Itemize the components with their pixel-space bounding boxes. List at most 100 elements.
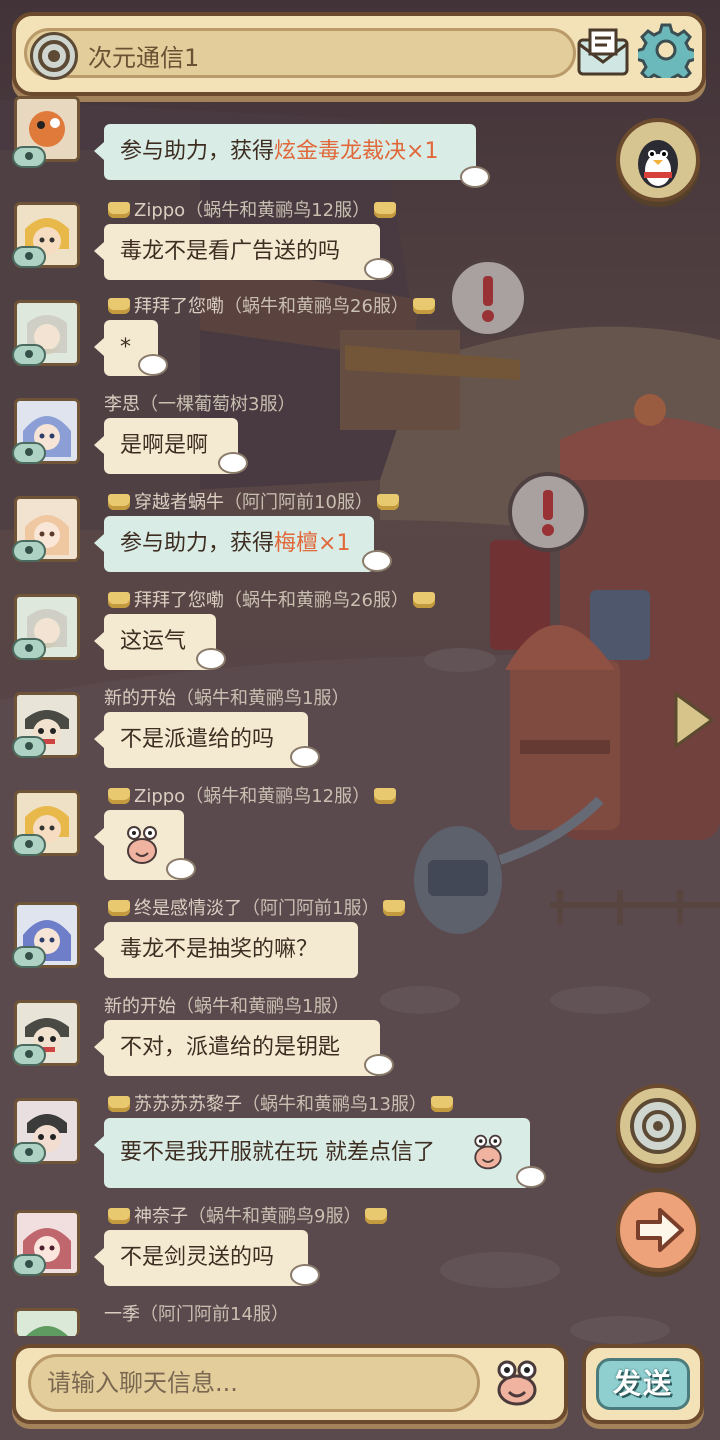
snail-sticker-icon: [474, 1134, 502, 1170]
speech-tail-icon: [362, 550, 392, 572]
sender-name[interactable]: 一季: [104, 1304, 140, 1325]
server-name: （阿门阿前1服）: [242, 898, 380, 919]
server-name: （蜗牛和黄鹂鸟26服）: [224, 590, 409, 611]
vip-badge-icon: [412, 298, 435, 314]
message-bubble: 不是派遣给的吗: [94, 712, 308, 768]
sender-name[interactable]: Zippo: [134, 786, 185, 807]
sender-line: 拜拜了您嘞（蜗牛和黄鹂鸟26服）: [104, 292, 439, 318]
sender-name[interactable]: 李思: [104, 394, 140, 415]
vip-badge-icon: [376, 494, 399, 510]
server-name: （阿门阿前14服）: [140, 1304, 289, 1325]
channel-title: 次元通信1: [88, 44, 200, 72]
server-name: （蜗牛和黄鹂鸟12服）: [185, 786, 371, 807]
eye-icon[interactable]: [12, 246, 46, 268]
sender-line: 新的开始（蜗牛和黄鹂鸟1服）: [104, 684, 349, 710]
target-button[interactable]: [616, 1084, 700, 1168]
sender-name[interactable]: 新的开始: [104, 996, 176, 1017]
mail-icon[interactable]: [576, 28, 630, 78]
emoji-button[interactable]: [490, 1356, 544, 1410]
sender-name[interactable]: 苏苏苏苏黎子: [134, 1094, 242, 1115]
vip-badge-icon: [108, 494, 130, 510]
message-bubble: 参与助力，获得炫金毒龙裁决×1: [94, 124, 490, 188]
vip-badge-icon: [430, 1096, 453, 1112]
server-name: （一棵葡萄树3服）: [140, 394, 296, 415]
snail-sticker-icon: [127, 826, 157, 864]
eye-icon[interactable]: [12, 442, 46, 464]
vip-badge-icon: [108, 788, 130, 804]
next-button[interactable]: [616, 1188, 700, 1272]
sender-line: 苏苏苏苏黎子（蜗牛和黄鹂鸟13服）: [104, 1090, 457, 1116]
vip-badge-icon: [108, 202, 130, 218]
server-name: （蜗牛和黄鹂鸟12服）: [185, 200, 371, 221]
chat-input[interactable]: [28, 1354, 480, 1412]
sender-line: 神奈子（蜗牛和黄鹂鸟9服）: [104, 1202, 391, 1228]
speech-tail-icon: [138, 354, 168, 376]
sender-name[interactable]: Zippo: [134, 200, 185, 221]
vip-badge-icon: [365, 1208, 388, 1224]
message-bubble: 要不是我开服就在玩 就差点信了: [94, 1118, 530, 1188]
sender-line: Zippo（蜗牛和黄鹂鸟12服）: [104, 782, 400, 808]
eye-icon[interactable]: [12, 834, 46, 856]
eye-icon[interactable]: [12, 344, 46, 366]
server-name: （蜗牛和黄鹂鸟26服）: [224, 296, 409, 317]
gear-icon[interactable]: [634, 22, 698, 87]
vip-badge-icon: [383, 900, 406, 916]
sender-name[interactable]: 神奈子: [134, 1206, 188, 1227]
sender-line: 一季（阿门阿前14服）: [104, 1300, 289, 1326]
eye-icon[interactable]: [12, 736, 46, 758]
eye-icon[interactable]: [12, 1142, 46, 1164]
sender-line: 李思（一棵葡萄树3服）: [104, 390, 295, 416]
message-bubble: 不是剑灵送的吗: [94, 1230, 308, 1286]
avatar[interactable]: [14, 1308, 80, 1336]
speech-tail-icon: [516, 1166, 546, 1188]
speech-tail-icon: [364, 1054, 394, 1076]
eye-icon[interactable]: [12, 1044, 46, 1066]
vip-badge-icon: [108, 1096, 130, 1112]
vip-badge-icon: [374, 788, 397, 804]
vip-badge-icon: [108, 592, 130, 608]
speech-tail-icon: [218, 452, 248, 474]
vip-badge-icon: [108, 1208, 130, 1224]
arrow-right-icon: [636, 1208, 684, 1252]
sender-name[interactable]: 穿越者蜗牛: [134, 492, 224, 513]
eye-icon[interactable]: [12, 146, 46, 168]
sender-line: 穿越者蜗牛（阿门阿前10服）: [104, 488, 403, 514]
speech-tail-icon: [166, 858, 196, 880]
sender-name[interactable]: 拜拜了您嘞: [134, 590, 224, 611]
send-button[interactable]: 发送: [596, 1358, 690, 1410]
speech-tail-icon: [290, 746, 320, 768]
sender-name[interactable]: 拜拜了您嘞: [134, 296, 224, 317]
target-icon: [630, 1098, 686, 1154]
eye-icon[interactable]: [12, 540, 46, 562]
vip-badge-icon: [108, 298, 130, 314]
sender-line: Zippo（蜗牛和黄鹂鸟12服）: [104, 196, 400, 222]
penguin-button[interactable]: [616, 118, 700, 202]
vip-badge-icon: [108, 900, 130, 916]
message-bubble: 不对，派遣给的是钥匙: [94, 1020, 380, 1076]
message-bubble: 毒龙不是看广告送的吗: [94, 224, 380, 280]
server-name: （蜗牛和黄鹂鸟1服）: [176, 996, 350, 1017]
speech-tail-icon: [364, 258, 394, 280]
eye-icon[interactable]: [12, 638, 46, 660]
speech-tail-icon: [290, 1264, 320, 1286]
vip-badge-icon: [374, 202, 397, 218]
penguin-icon: [638, 140, 678, 188]
channel-logo-icon: [30, 32, 78, 80]
sender-line: 终是感情淡了（阿门阿前1服）: [104, 894, 409, 920]
speech-tail-icon: [196, 648, 226, 670]
message-bubble: 毒龙不是抽奖的嘛？: [94, 922, 358, 978]
server-name: （蜗牛和黄鹂鸟9服）: [188, 1206, 362, 1227]
eye-icon[interactable]: [12, 1254, 46, 1276]
speech-tail-icon: [460, 166, 490, 188]
server-name: （阿门阿前10服）: [224, 492, 373, 513]
sender-line: 拜拜了您嘞（蜗牛和黄鹂鸟26服）: [104, 586, 439, 612]
sender-name[interactable]: 新的开始: [104, 688, 176, 709]
server-name: （蜗牛和黄鹂鸟1服）: [176, 688, 350, 709]
sender-line: 新的开始（蜗牛和黄鹂鸟1服）: [104, 992, 349, 1018]
snail-emoji-icon: [497, 1360, 537, 1406]
sender-name[interactable]: 终是感情淡了: [134, 898, 242, 919]
server-name: （蜗牛和黄鹂鸟13服）: [242, 1094, 427, 1115]
send-button-frame: 发送: [582, 1344, 704, 1424]
eye-icon[interactable]: [12, 946, 46, 968]
message-bubble: 参与助力，获得梅檀×1: [94, 516, 374, 572]
